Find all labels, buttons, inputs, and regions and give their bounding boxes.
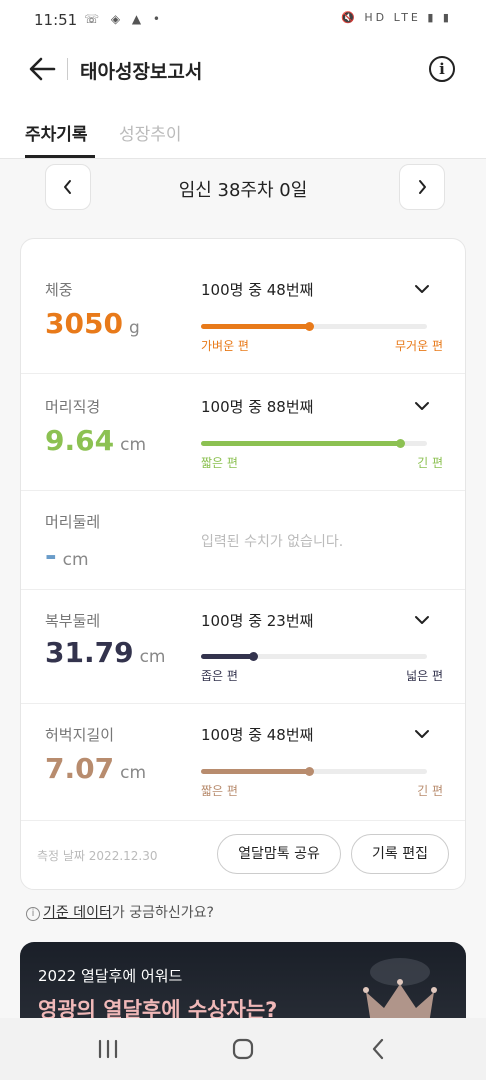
- info-button[interactable]: i: [429, 56, 455, 82]
- header-divider: [67, 58, 68, 80]
- measurement-unit: cm: [139, 647, 166, 667]
- recent-apps-icon: [98, 1039, 118, 1059]
- card-footer: 측정 날짜 2022.12.30 열달맘톡 공유 기록 편집: [21, 821, 465, 889]
- measurement-value: 31.79 cm: [45, 636, 166, 669]
- home-icon: [232, 1038, 254, 1060]
- measurement-row-femur-length: 허벅지길이 7.07 cm 100명 중 48번째 짧은 편 긴 편: [21, 704, 465, 821]
- reference-data-link[interactable]: 기준 데이터: [43, 905, 112, 921]
- recent-apps-button[interactable]: [88, 1034, 128, 1064]
- week-title: 임신 38주차 0일: [178, 180, 308, 201]
- percentile-marker: [395, 439, 405, 448]
- back-icon: [372, 1038, 384, 1060]
- previous-week-button[interactable]: [45, 164, 91, 210]
- system-back-button[interactable]: [358, 1034, 398, 1064]
- measurement-number: 3050: [45, 307, 123, 340]
- measurement-label: 머리직경: [45, 398, 101, 416]
- measurement-label: 체중: [45, 281, 73, 299]
- percentile-fill: [201, 654, 253, 659]
- app-header: 태아성장보고서 i: [0, 40, 486, 100]
- measurement-row-weight: 체중 3050 g 100명 중 48번째 가벼운 편 무거운 편: [21, 239, 465, 374]
- high-label: 긴 편: [417, 456, 443, 470]
- high-label: 넓은 편: [406, 669, 443, 683]
- measurement-label: 머리둘레: [45, 513, 101, 531]
- measurement-unit: cm: [62, 550, 89, 570]
- tab-weekly-record[interactable]: 주차기록: [25, 120, 88, 145]
- measurement-number: 31.79: [45, 636, 134, 669]
- high-label: 긴 편: [417, 784, 443, 798]
- percentile-marker: [248, 652, 258, 661]
- measurement-number: 7.07: [45, 752, 115, 785]
- percentile-fill: [201, 441, 400, 446]
- chevron-down-icon[interactable]: [413, 400, 431, 412]
- chevron-down-icon[interactable]: [413, 728, 431, 740]
- low-label: 좁은 편: [201, 669, 238, 683]
- measurement-label: 허벅지길이: [45, 726, 115, 744]
- measurement-rank: 100명 중 48번째: [201, 281, 314, 299]
- chevron-left-icon: [64, 180, 71, 194]
- percentile-marker: [305, 322, 315, 331]
- banner-subtitle: 2022 열달후에 어워드: [38, 967, 183, 985]
- high-label: 무거운 편: [395, 339, 443, 353]
- notification-icons: ☏ ◈ ▲ •: [84, 12, 164, 26]
- percentile-fill: [201, 769, 310, 774]
- next-week-button[interactable]: [399, 164, 445, 210]
- edit-record-button[interactable]: 기록 편집: [351, 834, 449, 874]
- measurement-row-head-circumference: 머리둘레 - cm 입력된 수치가 없습니다.: [21, 491, 465, 590]
- measurement-rank: 100명 중 88번째: [201, 398, 314, 416]
- home-button[interactable]: [223, 1034, 263, 1064]
- status-time: 11:51: [34, 11, 78, 29]
- system-status-icons: 🔇 HD LTE ▮ ▮: [341, 11, 452, 24]
- percentile-track: [201, 652, 427, 661]
- measurement-unit: g: [128, 318, 140, 338]
- percentile-marker: [305, 767, 315, 776]
- percentile-fill: [201, 324, 310, 329]
- help-text: 가 궁금하신가요?: [111, 905, 214, 921]
- percentile-track: [201, 439, 427, 448]
- tab-growth-trend[interactable]: 성장추이: [119, 120, 182, 145]
- active-tab-indicator: [25, 155, 95, 158]
- measurement-number: -: [45, 539, 57, 572]
- page-title: 태아성장보고서: [80, 61, 203, 83]
- measurement-rank: 100명 중 48번째: [201, 726, 314, 744]
- percentile-track: [201, 767, 427, 776]
- measurement-row-abdominal-circumference: 복부둘레 31.79 cm 100명 중 23번째 좁은 편 넓은 편: [21, 590, 465, 704]
- measurement-row-head-diameter: 머리직경 9.64 cm 100명 중 88번째 짧은 편 긴 편: [21, 374, 465, 491]
- arrow-left-icon: [29, 57, 56, 81]
- percentile-track: [201, 322, 427, 331]
- measurement-label: 복부둘레: [45, 612, 101, 630]
- chevron-down-icon[interactable]: [413, 283, 431, 295]
- measurement-value: - cm: [45, 539, 89, 572]
- back-button[interactable]: [26, 52, 60, 86]
- low-label: 짧은 편: [201, 456, 238, 470]
- measurement-number: 9.64: [45, 424, 115, 457]
- chevron-right-icon: [419, 180, 426, 194]
- chevron-down-icon[interactable]: [413, 614, 431, 626]
- empty-value-message: 입력된 수치가 없습니다.: [201, 534, 344, 550]
- measurement-value: 9.64 cm: [45, 424, 146, 457]
- tab-bar: 주차기록 성장추이: [0, 100, 486, 159]
- measurement-card: 체중 3050 g 100명 중 48번째 가벼운 편 무거운 편 머리직경 9.…: [20, 238, 466, 890]
- measurement-unit: cm: [120, 435, 147, 455]
- share-button[interactable]: 열달맘톡 공유: [217, 834, 341, 874]
- system-navigation-bar: [0, 1018, 486, 1080]
- reference-data-help: i 기준 데이터가 궁금하신가요?: [26, 902, 214, 922]
- measurement-value: 3050 g: [45, 307, 140, 340]
- measure-date: 측정 날짜 2022.12.30: [37, 849, 158, 863]
- measurement-unit: cm: [120, 763, 147, 783]
- measurement-value: 7.07 cm: [45, 752, 146, 785]
- measurement-rank: 100명 중 23번째: [201, 612, 314, 630]
- status-bar: 11:51 ☏ ◈ ▲ • 🔇 HD LTE ▮ ▮: [0, 0, 486, 40]
- info-icon: i: [26, 907, 40, 921]
- low-label: 가벼운 편: [201, 339, 249, 353]
- low-label: 짧은 편: [201, 784, 238, 798]
